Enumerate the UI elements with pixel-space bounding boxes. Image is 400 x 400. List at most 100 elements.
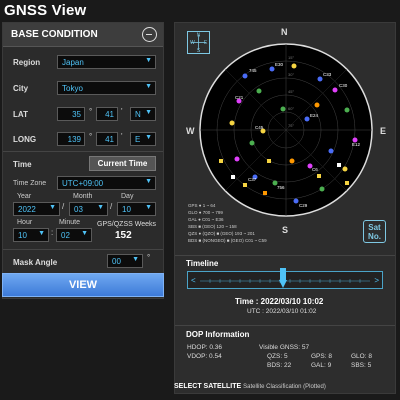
elev-label-45: 45°: [288, 89, 294, 94]
month-select[interactable]: 03 ▼: [69, 202, 108, 216]
lat-dir-value: N: [135, 110, 141, 119]
long-deg-input[interactable]: 139: [57, 132, 85, 146]
base-condition-panel: BASE CONDITION Region Japan ▼ City Tokyo…: [2, 22, 164, 299]
hour-select[interactable]: 10 ▼: [13, 228, 49, 242]
day-value: 10: [122, 205, 131, 214]
elev-label-75: 75°: [288, 123, 294, 128]
west-label: W: [186, 126, 195, 136]
sbs-count: SBS: 5: [351, 362, 372, 369]
bds-count: BDS: 22: [267, 362, 292, 369]
svg-text:745: 745: [249, 68, 257, 73]
lat-label: LAT: [13, 110, 28, 119]
view-button[interactable]: VIEW: [2, 273, 164, 297]
current-time-button[interactable]: Current Time: [89, 156, 156, 171]
dop-section: DOP Information HDOP: 0.36 VDOP: 0.54 Vi…: [175, 325, 395, 391]
date-slash: /: [110, 202, 113, 211]
city-value: Tokyo: [62, 84, 83, 93]
deg-symbol: °: [89, 107, 93, 116]
compass-letter-n: N: [197, 33, 201, 39]
mask-angle-select[interactable]: 00 ▼: [107, 254, 143, 268]
time-label: Time: [13, 160, 32, 169]
min-symbol: ': [121, 107, 123, 116]
city-label: City: [13, 84, 29, 93]
minute-label: Minute: [59, 219, 81, 226]
lat-deg-input[interactable]: 35: [57, 107, 85, 121]
select-satellite-title: SELECT SATELLITE: [174, 383, 242, 390]
south-label: S: [282, 225, 289, 235]
legend-qzs: QZS ● (QZO) ■ (GEO) 193 ~ 201: [188, 231, 255, 236]
divider: [3, 249, 163, 250]
svg-text:C45: C45: [255, 125, 264, 130]
chevron-down-icon: ▼: [132, 256, 139, 263]
minute-value: 02: [61, 231, 70, 240]
sky-view-panel: N S W E N W E S 15° 30° 45° 60° 75° 745 …: [174, 22, 396, 394]
lat-min-input[interactable]: 41: [96, 107, 118, 121]
day-label: Day: [121, 193, 134, 200]
svg-text:C37: C37: [248, 177, 257, 182]
divider: [3, 151, 163, 152]
lat-dir-select[interactable]: N ▼: [130, 107, 156, 121]
timeline-slider[interactable]: < >: [187, 268, 383, 292]
chevron-down-icon: ▼: [145, 57, 152, 64]
sat-no-toggle[interactable]: Sat No.: [363, 220, 386, 243]
dop-title: DOP Information: [186, 330, 250, 339]
weeks-label: GPS/QZSS Weeks: [97, 221, 156, 228]
year-value: 2022: [18, 205, 36, 214]
svg-text:C21: C21: [235, 95, 244, 100]
timezone-select[interactable]: UTC+09:00 ▼: [57, 176, 156, 190]
deg-symbol: °: [89, 132, 93, 141]
svg-text:C33: C33: [323, 72, 332, 77]
svg-text:C30: C30: [339, 83, 348, 88]
year-select[interactable]: 2022 ▼: [13, 202, 60, 216]
satno-line2: No.: [368, 232, 381, 241]
mask-angle-label: Mask Angle: [13, 258, 58, 267]
hdop-value: HDOP: 0.36: [187, 344, 223, 351]
timeline-next-icon[interactable]: >: [374, 276, 379, 285]
chevron-down-icon: ▼: [145, 83, 152, 90]
hour-value: 10: [18, 231, 27, 240]
deg-symbol: °: [147, 253, 151, 262]
svg-text:E24: E24: [310, 113, 319, 118]
chevron-down-icon: ▼: [38, 230, 45, 237]
legend-sbs: SBS ■ (GEO) 120 ~ 158: [188, 224, 237, 229]
base-condition-header: BASE CONDITION: [3, 23, 163, 47]
min-symbol: ': [121, 132, 123, 141]
gal-count: GAL: 9: [311, 362, 332, 369]
select-satellite-header[interactable]: SELECT SATELLITE Satellite Classificatio…: [174, 383, 326, 390]
long-dir-select[interactable]: E ▼: [130, 132, 156, 146]
sky-plot-area: N S W E N W E S 15° 30° 45° 60° 75° 745 …: [175, 23, 395, 251]
legend-gal: GAL ● C01 ~ E36: [188, 217, 224, 222]
month-value: 03: [74, 205, 83, 214]
timeline-prev-icon[interactable]: <: [191, 276, 196, 285]
glo-count: GLO: 8: [351, 353, 372, 360]
elev-label-60: 60°: [288, 106, 294, 111]
chevron-down-icon: ▼: [49, 204, 56, 211]
time-colon: :: [51, 228, 54, 237]
select-satellite-subtitle: Satellite Classification (Plotted): [243, 384, 326, 390]
visible-gnss: Visible GNSS: 57: [259, 344, 310, 351]
qzs-count: QZS: 5: [267, 353, 288, 360]
region-value: Japan: [62, 58, 84, 67]
timezone-label: Time Zone: [13, 180, 47, 187]
svg-text:C6: C6: [312, 167, 318, 172]
svg-text:756: 756: [277, 185, 285, 190]
legend-glo: GLO ● 700 ~ 799: [188, 210, 223, 215]
compass-letter-w: W: [190, 40, 195, 46]
long-min-input[interactable]: 41: [96, 132, 118, 146]
chevron-down-icon: ▼: [81, 230, 88, 237]
chevron-down-icon: ▼: [145, 178, 152, 185]
minute-select[interactable]: 02 ▼: [56, 228, 92, 242]
day-select[interactable]: 10 ▼: [117, 202, 156, 216]
north-label: N: [281, 27, 288, 37]
chevron-down-icon: ▼: [97, 204, 104, 211]
legend-gps: GPS ● 1 ~ 64: [188, 203, 216, 208]
east-label: E: [380, 126, 387, 136]
timezone-value: UTC+09:00: [62, 179, 104, 188]
city-select[interactable]: Tokyo ▼: [57, 81, 156, 95]
timeline-handle[interactable]: [278, 268, 288, 292]
region-label: Region: [13, 58, 41, 67]
elev-label-30: 30°: [288, 72, 294, 77]
svg-text:E12: E12: [352, 142, 361, 147]
region-select[interactable]: Japan ▼: [57, 55, 156, 69]
collapse-icon[interactable]: [142, 27, 157, 42]
